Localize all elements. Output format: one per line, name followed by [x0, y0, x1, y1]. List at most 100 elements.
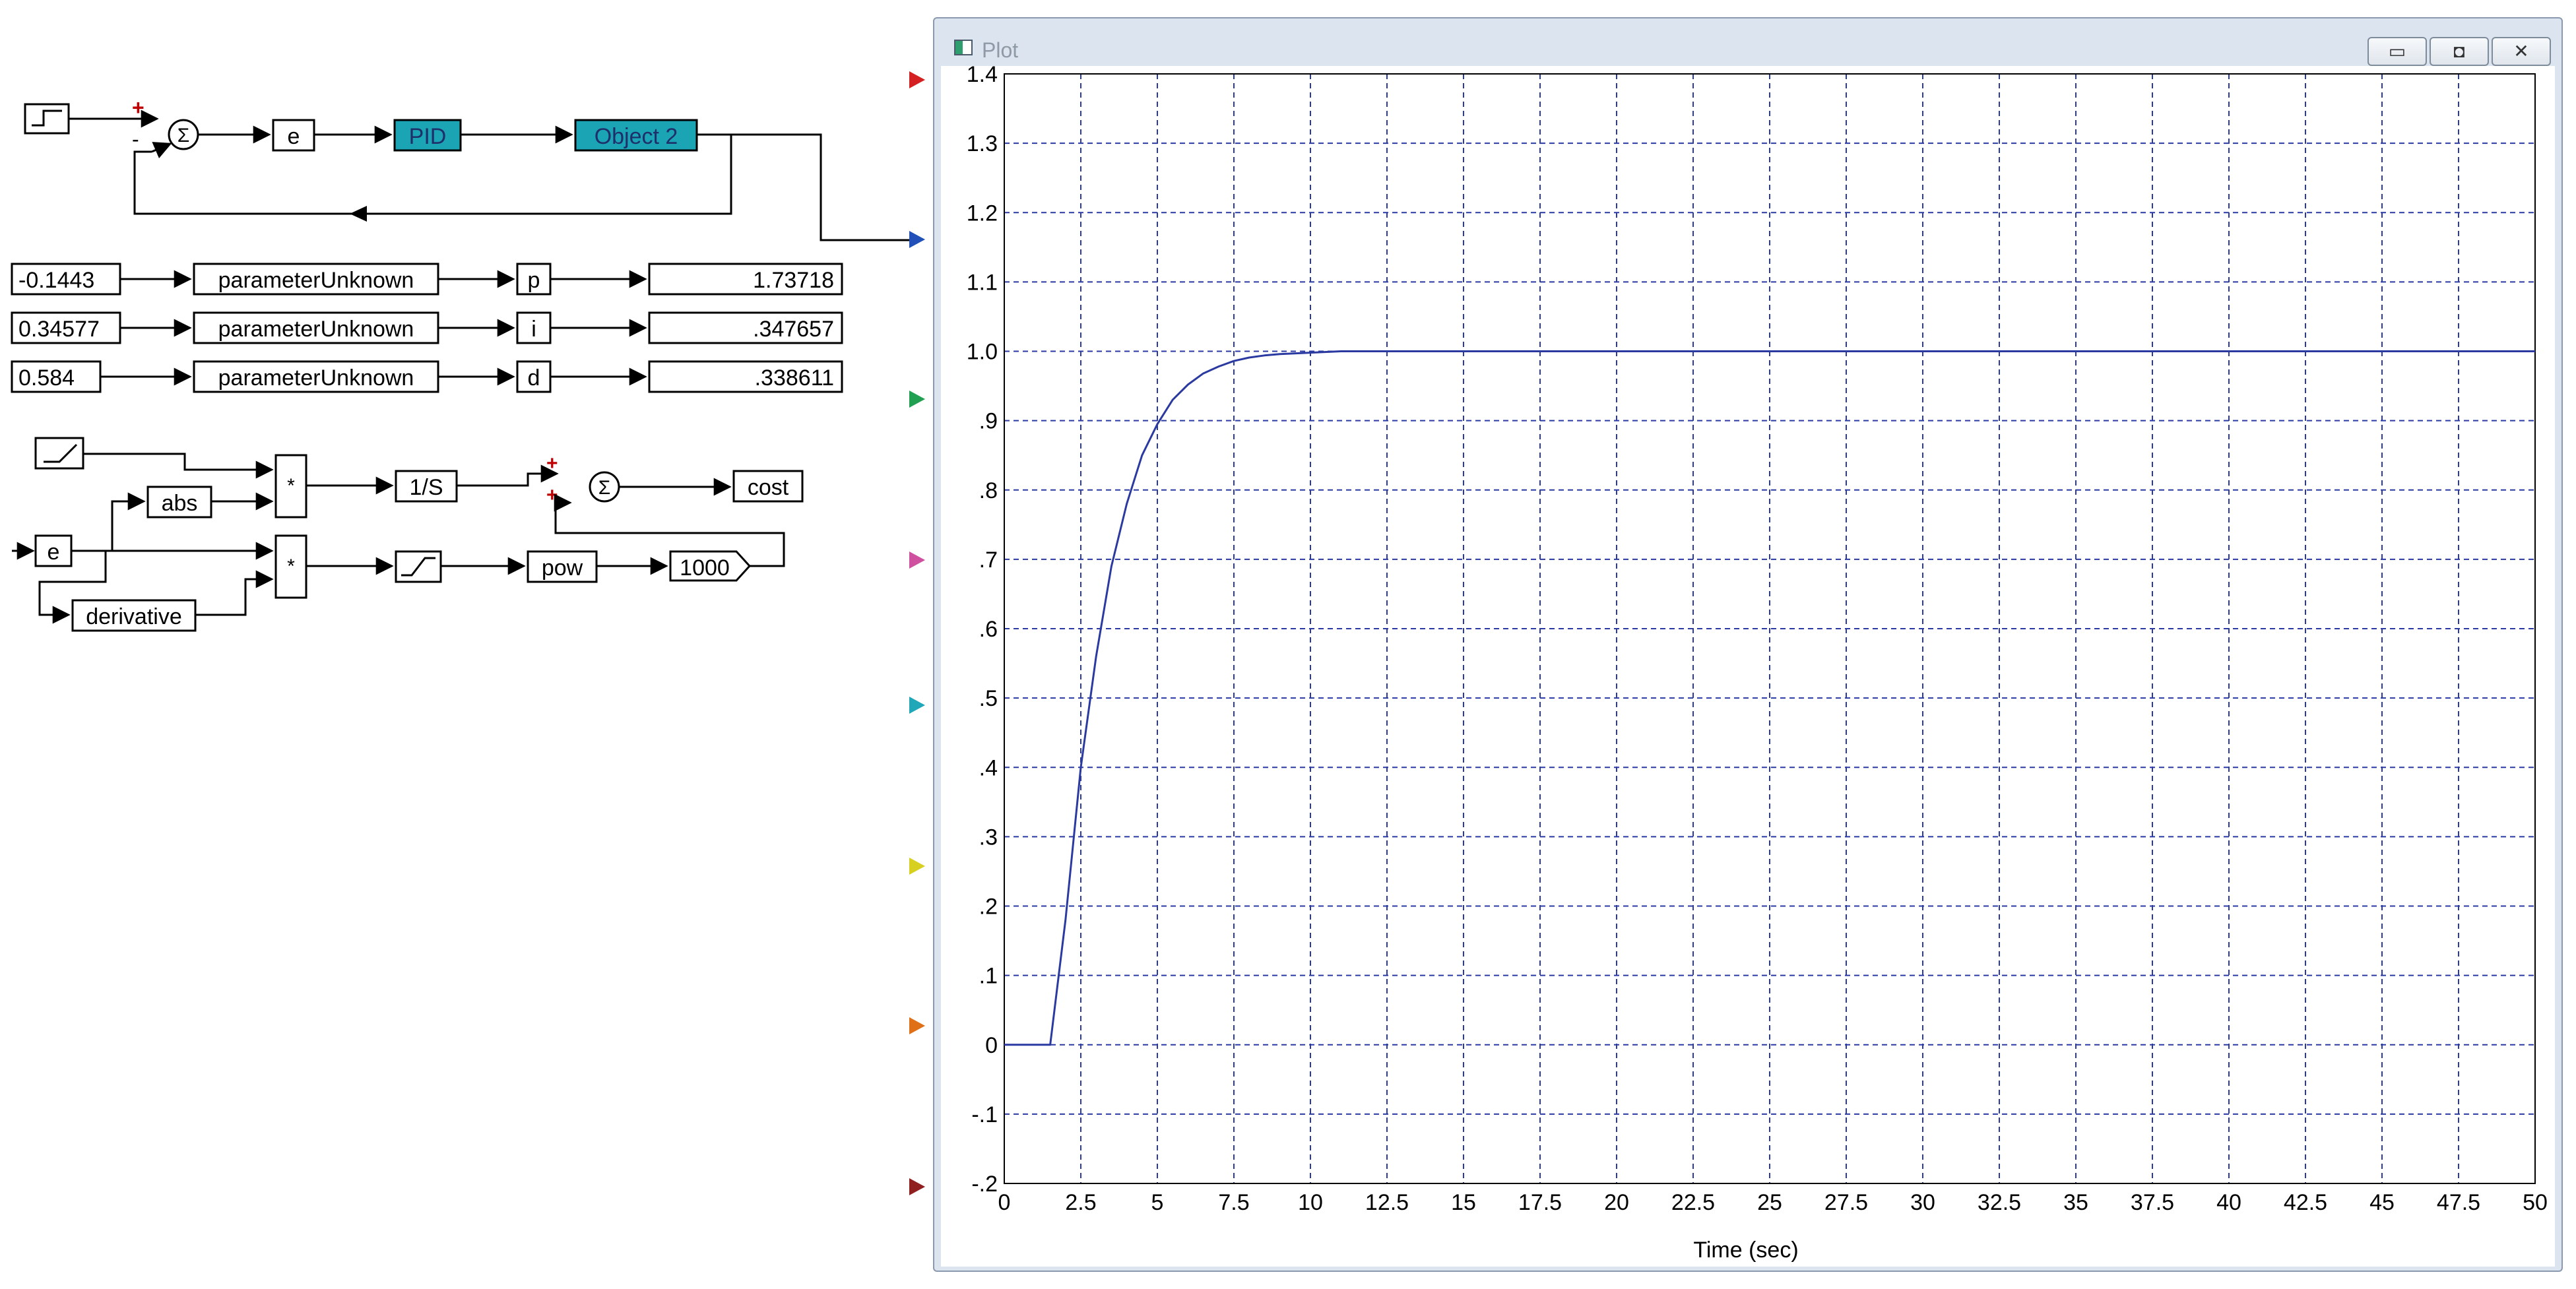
- line-chart: 0 2.5 5 7.5 10 12.5 15 17.5 20 22.5 25 27.5 30 32.5 35…: [967, 66, 2548, 1263]
- input-pin-1[interactable]: [909, 71, 925, 88]
- x-tick-label: 25: [1757, 1190, 1782, 1215]
- parameter-block-label: parameterUnknown: [218, 268, 414, 293]
- input-pin-3[interactable]: [909, 391, 925, 408]
- x-tick-label: 32.5: [1978, 1190, 2021, 1215]
- x-tick-label: 35: [2063, 1190, 2088, 1215]
- y-tick-label: 1.0: [967, 340, 998, 365]
- x-tick-label: 7.5: [1218, 1190, 1249, 1215]
- parameter-name: i: [531, 317, 536, 342]
- minus-sign: -: [132, 127, 139, 151]
- derivative-label: derivative: [86, 604, 182, 629]
- x-tick-label: 2.5: [1065, 1190, 1096, 1215]
- parameter-row-i: 0.34577 parameterUnknown i .347657: [11, 311, 843, 344]
- plot-window: Plot ▭ ◘ ✕ 0 2.5 5 7.5 10 12.5 15 17.5 20 22.5 25 2…: [933, 17, 2563, 1272]
- x-tick-label: 30: [1910, 1190, 1935, 1215]
- sum-junction-2[interactable]: Σ: [589, 471, 620, 503]
- parameter-display-value: .347657: [753, 317, 834, 342]
- parameter-name: d: [528, 365, 540, 391]
- parameter-row-p: -0.1443 parameterUnknown p 1.73718: [11, 263, 843, 296]
- input-pin-8[interactable]: [909, 1178, 925, 1195]
- y-tick-label: 1.3: [967, 131, 998, 156]
- y-tick-label: .6: [979, 617, 998, 642]
- input-pin-5[interactable]: [909, 697, 925, 714]
- y-tick-label: 1.2: [967, 201, 998, 226]
- input-pin-2[interactable]: [909, 231, 925, 248]
- close-button[interactable]: ✕: [2492, 37, 2551, 66]
- parameter-block-label: parameterUnknown: [218, 365, 414, 391]
- cost-output-block[interactable]: cost: [732, 470, 804, 503]
- maximize-button[interactable]: ◘: [2430, 37, 2489, 66]
- y-tick-label: .4: [979, 755, 998, 780]
- multiply-block-2[interactable]: *: [274, 534, 307, 599]
- constant-1000-block[interactable]: 1000: [669, 550, 752, 582]
- x-tick-label: 0: [998, 1190, 1011, 1215]
- plus-sign: +: [546, 453, 558, 474]
- x-tick-label: 15: [1451, 1190, 1476, 1215]
- object-2-label: Object 2: [595, 124, 678, 149]
- x-tick-label: 42.5: [2284, 1190, 2327, 1215]
- integrator-label: 1/S: [409, 475, 443, 500]
- window-title: Plot: [982, 38, 1019, 62]
- ramp-source-block[interactable]: [34, 437, 84, 470]
- multiply-symbol: *: [287, 475, 295, 497]
- cost-error-label: e: [48, 540, 60, 565]
- y-tick-label: 1.1: [967, 270, 998, 295]
- saturation-block[interactable]: [395, 550, 442, 583]
- minimize-button[interactable]: ▭: [2367, 37, 2427, 66]
- parameter-row-d: 0.584 parameterUnknown d .338611: [11, 360, 843, 393]
- x-tick-label: 27.5: [1824, 1190, 1868, 1215]
- input-pin-7[interactable]: [909, 1017, 925, 1034]
- grid: [1004, 74, 2535, 1183]
- x-tick-label: 17.5: [1518, 1190, 1562, 1215]
- parameter-block-label: parameterUnknown: [218, 317, 414, 342]
- parameter-display-value: .338611: [755, 365, 834, 391]
- y-tick-label: .7: [979, 548, 998, 573]
- integrator-block[interactable]: 1/S: [395, 470, 458, 503]
- cost-function: e abs derivative * * 1/S + + Σ cost pow …: [12, 437, 804, 632]
- title-bar[interactable]: Plot ▭ ◘ ✕: [934, 18, 2561, 66]
- derivative-block[interactable]: derivative: [71, 599, 197, 632]
- x-tick-label: 22.5: [1671, 1190, 1715, 1215]
- x-tick-label: 47.5: [2437, 1190, 2480, 1215]
- pid-label: PID: [409, 124, 447, 149]
- abs-block[interactable]: abs: [146, 486, 212, 519]
- y-tick-label: -.2: [971, 1172, 998, 1197]
- sum-junction-1[interactable]: Σ: [168, 119, 199, 150]
- y-tick-label: 0: [985, 1033, 998, 1058]
- x-tick-label: 37.5: [2131, 1190, 2174, 1215]
- output-wire: [731, 133, 909, 241]
- error-label: e: [288, 124, 300, 149]
- error-block[interactable]: e: [34, 534, 73, 567]
- x-tick-label: 12.5: [1365, 1190, 1409, 1215]
- parameter-initial-value: 0.584: [18, 365, 75, 391]
- y-tick-label: 1.4: [967, 66, 998, 87]
- pow-label: pow: [542, 555, 583, 581]
- x-tick-label: 10: [1298, 1190, 1323, 1215]
- cost-label: cost: [748, 475, 789, 500]
- plot-app-icon: [954, 40, 973, 55]
- x-tick-label: 5: [1151, 1190, 1164, 1215]
- y-tick-label: .3: [979, 825, 998, 850]
- parameter-initial-value: -0.1443: [18, 268, 94, 293]
- step-source-block[interactable]: [24, 103, 70, 135]
- parameter-name: p: [528, 268, 540, 293]
- x-axis-label: Time (sec): [1693, 1238, 1798, 1263]
- y-tick-label: .8: [979, 478, 998, 503]
- y-tick-label: -.1: [971, 1102, 998, 1127]
- y-tick-label: .9: [979, 409, 998, 434]
- pow-block[interactable]: pow: [527, 550, 598, 583]
- sum-symbol: Σ: [177, 125, 190, 146]
- y-tick-label: .5: [979, 686, 998, 711]
- tick-labels: 0 2.5 5 7.5 10 12.5 15 17.5 20 22.5 25 27.5 30 32.5 35…: [967, 66, 2548, 1215]
- pid-block[interactable]: PID: [393, 119, 462, 152]
- error-block[interactable]: e: [272, 119, 315, 152]
- multiply-block-1[interactable]: *: [274, 454, 307, 519]
- x-tick-label: 20: [1604, 1190, 1629, 1215]
- plot-area: 0 2.5 5 7.5 10 12.5 15 17.5 20 22.5 25 27.5 30 32.5 35…: [941, 66, 2555, 1267]
- block-diagram: + - Σ e PID Object 2 -0.1443 parameterUn…: [11, 96, 909, 632]
- object-2-block[interactable]: Object 2: [574, 119, 698, 152]
- constant-label: 1000: [680, 555, 730, 581]
- input-pin-6[interactable]: [909, 858, 925, 875]
- input-pin-4[interactable]: [909, 551, 925, 569]
- multiply-symbol: *: [287, 555, 295, 577]
